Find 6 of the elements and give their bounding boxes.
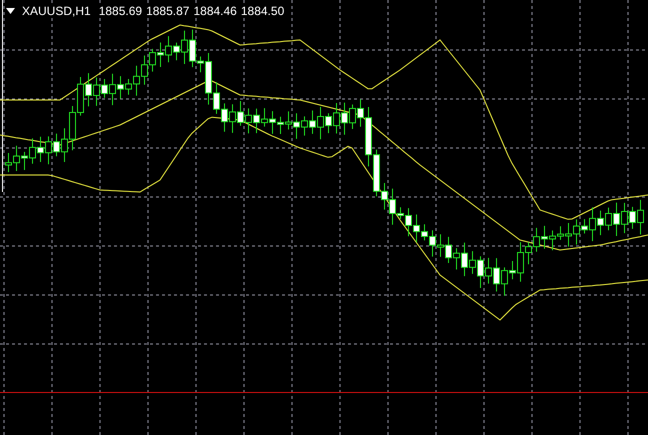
quote-value: 1885.69 bbox=[98, 4, 142, 18]
dropdown-triangle-icon[interactable] bbox=[6, 8, 15, 14]
symbol-caption: XAUUSD,H1 bbox=[22, 4, 91, 18]
quote-value: 1885.87 bbox=[146, 4, 190, 18]
quote-value: 1884.46 bbox=[193, 4, 237, 18]
quote-value: 1884.50 bbox=[240, 4, 284, 18]
